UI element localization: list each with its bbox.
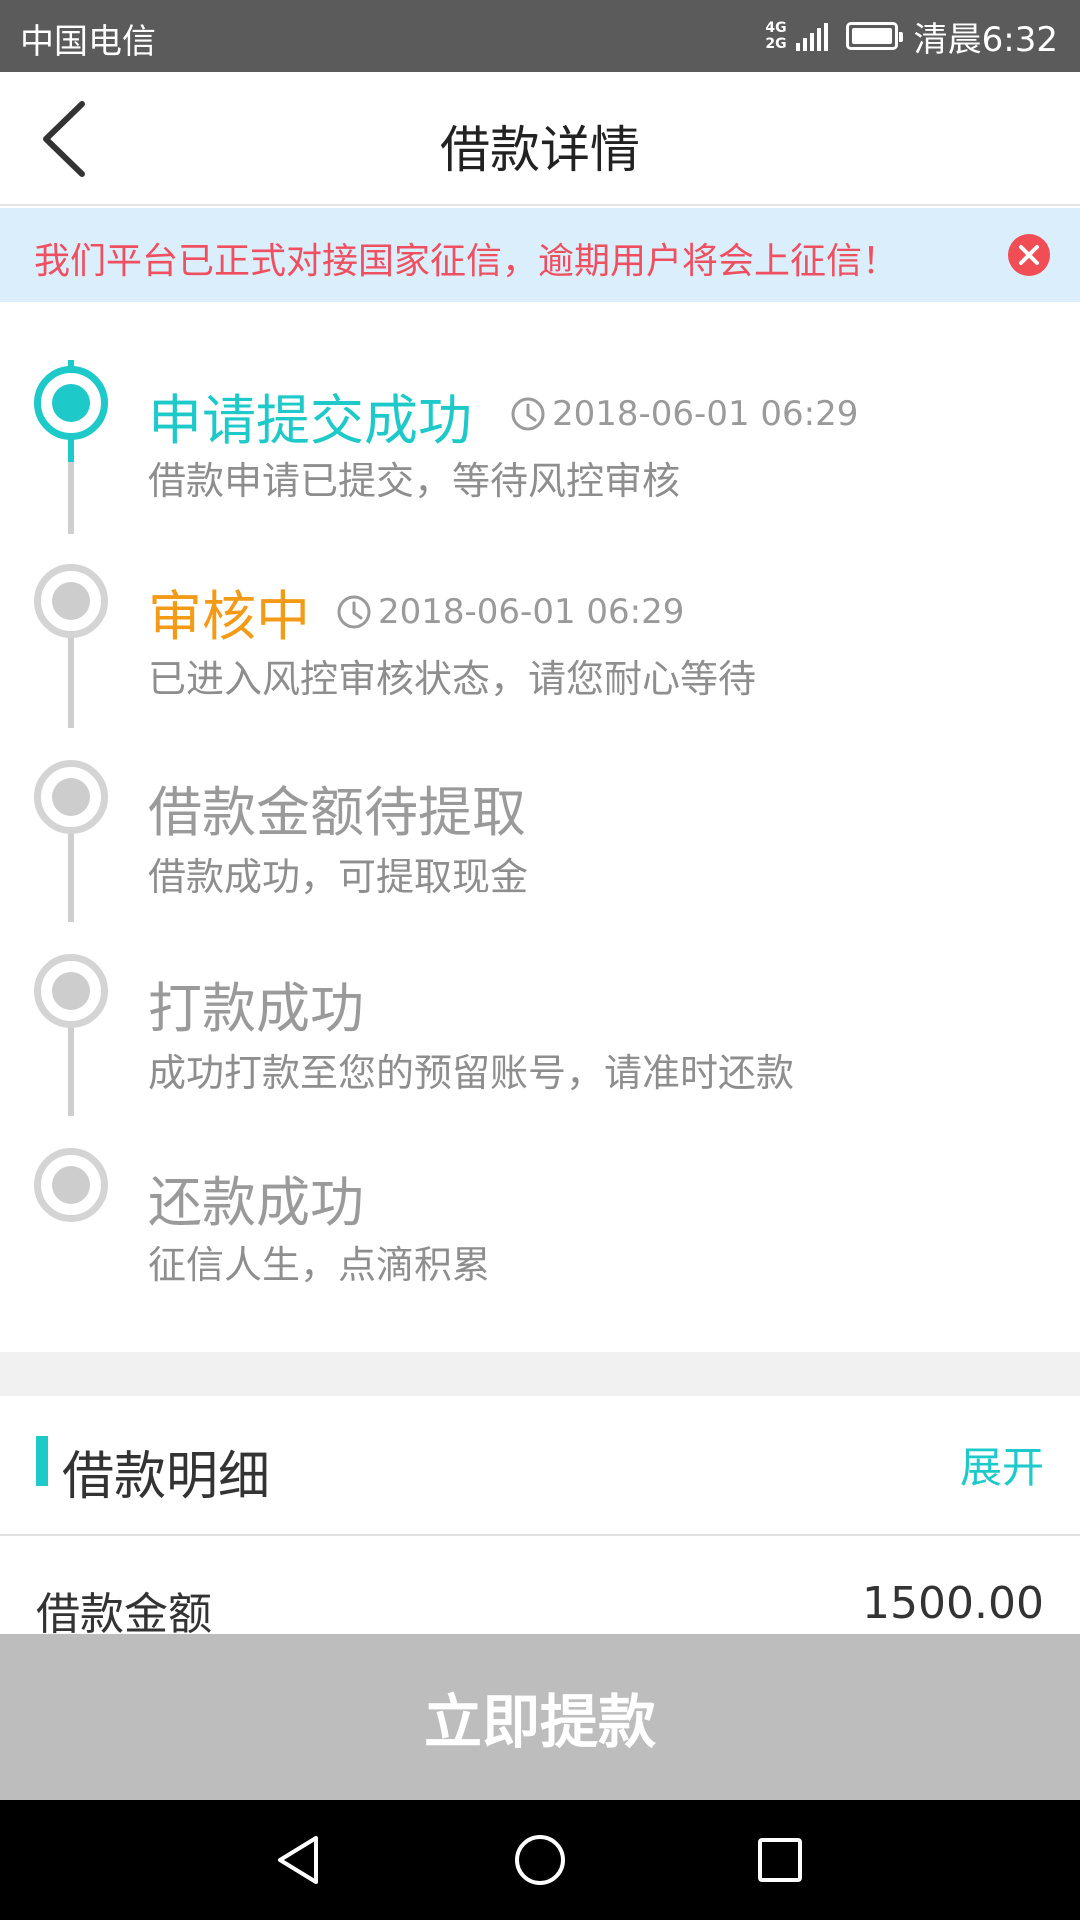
step-title-repaid: 还款成功: [148, 1171, 364, 1234]
network-type-top: 4G: [765, 20, 787, 36]
withdraw-now-button[interactable]: 立即提款: [0, 1634, 1080, 1800]
circle-home-icon: [515, 1835, 565, 1885]
section-accent-bar: [36, 1436, 48, 1486]
step-desc-submitted: 借款申请已提交，等待风控审核: [148, 459, 681, 503]
status-indicators: 4G 2G 清晨6:32: [765, 12, 1058, 60]
timeline-connector: [68, 462, 74, 534]
notice-text: 我们平台已正式对接国家征信，逾期用户将会上征信！: [34, 241, 899, 282]
step-desc-repaid: 征信人生，点滴积累: [148, 1243, 491, 1287]
step-time-text: 2018-06-01 06:29: [552, 394, 859, 434]
step-time-reviewing: 2018-06-01 06:29: [336, 592, 684, 632]
app-header: 借款详情: [0, 72, 1080, 206]
clock-icon: [511, 397, 545, 431]
notice-banner: 我们平台已正式对接国家征信，逾期用户将会上征信！: [0, 208, 1080, 302]
network-type: 4G 2G: [765, 20, 786, 52]
system-nav-bar: [0, 1800, 1080, 1920]
square-recents-icon: [758, 1838, 802, 1882]
status-bar: 中国电信 4G 2G 清晨6:32: [0, 0, 1080, 72]
step-time-text: 2018-06-01 06:29: [378, 592, 685, 632]
clock-icon: [337, 595, 371, 629]
step-title-submitted: 申请提交成功: [148, 389, 472, 452]
loan-detail-title: 借款明细: [62, 1447, 271, 1507]
step-desc-pending-withdraw: 借款成功，可提取现金: [148, 855, 529, 899]
step-node-pending-withdraw: [34, 760, 108, 834]
step-time-submitted: 2018-06-01 06:29: [510, 394, 858, 434]
step-title-paid-out: 打款成功: [148, 977, 364, 1040]
step-node-submitted: [34, 366, 108, 440]
step-node-paid-out: [34, 954, 108, 1028]
step-title-reviewing: 审核中: [148, 585, 310, 648]
nav-home-button[interactable]: [510, 1830, 570, 1890]
nav-back-button[interactable]: [270, 1830, 330, 1890]
loan-detail-header: 借款明细 展开: [0, 1396, 1080, 1536]
notice-close-button[interactable]: [1008, 234, 1050, 276]
loan-detail-page: 中国电信 4G 2G 清晨6:32 借款详情 我们平台已正式对接国家征信，逾期用…: [0, 0, 1080, 1920]
network-type-bottom: 2G: [765, 36, 787, 52]
status-time: 清晨6:32: [913, 19, 1058, 60]
carrier-name: 中国电信: [20, 22, 156, 62]
battery-icon: [845, 22, 903, 50]
step-desc-reviewing: 已进入风控审核状态，请您耐心等待: [148, 657, 757, 701]
progress-timeline: 申请提交成功 2018-06-01 06:29 借款申请已提交，等待风控审核 审…: [0, 302, 1080, 1352]
section-divider: [0, 1352, 1080, 1396]
close-icon: [1019, 245, 1039, 265]
triangle-back-icon: [278, 1836, 318, 1884]
nav-recents-button[interactable]: [750, 1830, 810, 1890]
loan-amount-value: 1500.00: [862, 1578, 1044, 1629]
step-title-pending-withdraw: 借款金额待提取: [148, 781, 526, 844]
loan-amount-label: 借款金额: [36, 1589, 212, 1634]
page-title: 借款详情: [440, 121, 640, 179]
step-node-reviewing: [34, 564, 108, 638]
loan-amount-row: 借款金额 1500.00: [0, 1538, 1080, 1634]
expand-button[interactable]: 展开: [960, 1434, 1044, 1495]
step-desc-paid-out: 成功打款至您的预留账号，请准时还款: [148, 1051, 795, 1095]
signal-icon: [793, 21, 828, 51]
step-node-repaid: [34, 1148, 108, 1222]
